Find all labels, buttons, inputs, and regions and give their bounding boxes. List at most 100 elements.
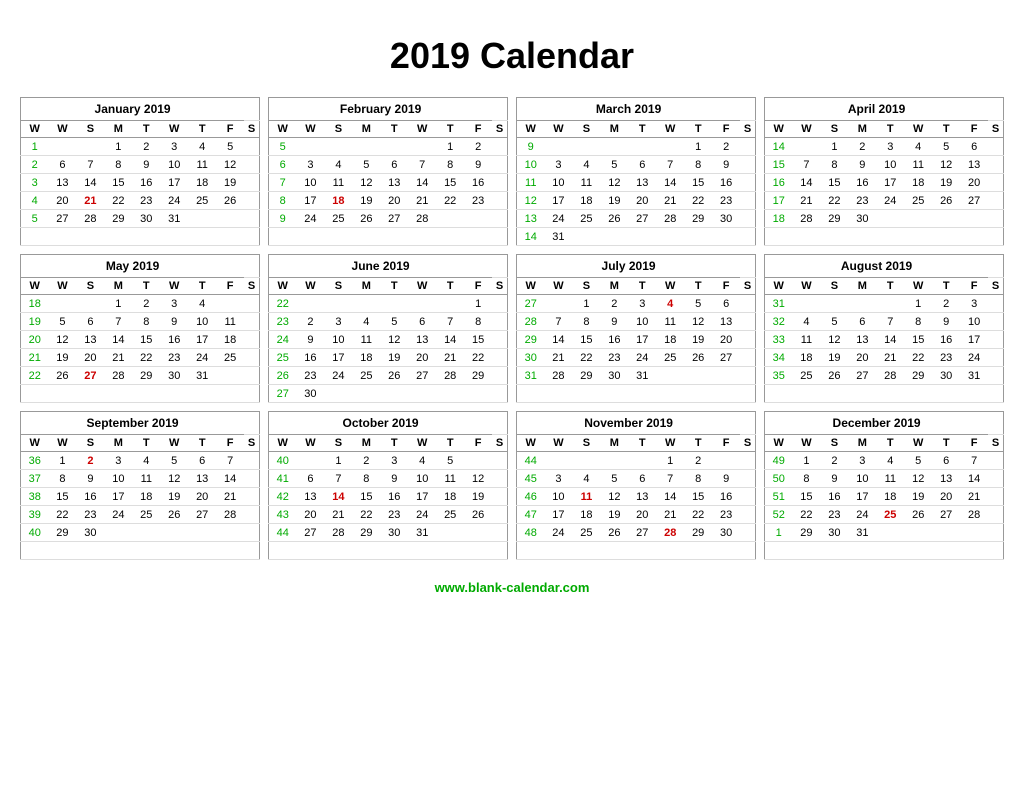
day-cell[interactable]: 17 [408, 488, 436, 506]
day-cell[interactable]: 14 [656, 174, 684, 192]
day-cell[interactable]: 11 [904, 156, 932, 174]
day-cell[interactable]: 25 [132, 506, 160, 524]
day-cell[interactable]: 4 [188, 295, 216, 313]
day-cell[interactable] [600, 228, 628, 246]
day-cell[interactable] [684, 367, 712, 385]
day-cell[interactable]: 16 [848, 174, 876, 192]
day-cell[interactable]: 4 [572, 156, 600, 174]
day-cell[interactable]: 6 [960, 138, 988, 156]
day-cell[interactable]: 1 [464, 295, 492, 313]
day-cell[interactable]: 1 [324, 452, 352, 470]
day-cell[interactable]: 6 [628, 156, 656, 174]
day-cell[interactable] [600, 138, 628, 156]
day-cell[interactable] [216, 210, 244, 228]
day-cell[interactable]: 23 [296, 367, 324, 385]
day-cell[interactable]: 14 [960, 470, 988, 488]
day-cell[interactable]: 6 [296, 470, 324, 488]
day-cell[interactable]: 8 [684, 156, 712, 174]
day-cell[interactable]: 21 [876, 349, 904, 367]
day-cell[interactable] [352, 295, 380, 313]
day-cell[interactable]: 15 [684, 488, 712, 506]
day-cell[interactable]: 25 [904, 192, 932, 210]
day-cell[interactable] [904, 228, 932, 246]
day-cell[interactable]: 11 [572, 174, 600, 192]
day-cell[interactable]: 23 [76, 506, 104, 524]
day-cell[interactable]: 20 [296, 506, 324, 524]
day-cell[interactable]: 13 [48, 174, 76, 192]
day-cell[interactable] [380, 228, 408, 246]
day-cell[interactable]: 23 [380, 506, 408, 524]
day-cell[interactable]: 7 [960, 452, 988, 470]
day-cell[interactable]: 8 [132, 313, 160, 331]
day-cell[interactable]: 3 [876, 138, 904, 156]
day-cell[interactable] [656, 138, 684, 156]
day-cell[interactable]: 17 [104, 488, 132, 506]
day-cell[interactable]: 22 [104, 192, 132, 210]
day-cell[interactable]: 4 [656, 295, 684, 313]
day-cell[interactable]: 15 [572, 331, 600, 349]
day-cell[interactable]: 20 [408, 349, 436, 367]
day-cell[interactable]: 5 [820, 313, 848, 331]
day-cell[interactable] [544, 452, 572, 470]
day-cell[interactable]: 26 [464, 506, 492, 524]
day-cell[interactable]: 23 [932, 349, 960, 367]
day-cell[interactable]: 2 [132, 138, 160, 156]
day-cell[interactable]: 27 [76, 367, 104, 385]
day-cell[interactable]: 23 [600, 349, 628, 367]
day-cell[interactable]: 12 [600, 488, 628, 506]
day-cell[interactable]: 20 [628, 192, 656, 210]
day-cell[interactable]: 27 [628, 524, 656, 542]
day-cell[interactable]: 16 [76, 488, 104, 506]
day-cell[interactable]: 1 [104, 138, 132, 156]
day-cell[interactable]: 24 [628, 349, 656, 367]
day-cell[interactable]: 8 [436, 156, 464, 174]
day-cell[interactable]: 29 [352, 524, 380, 542]
day-cell[interactable] [628, 542, 656, 560]
day-cell[interactable]: 20 [76, 349, 104, 367]
day-cell[interactable] [464, 228, 492, 246]
day-cell[interactable] [408, 228, 436, 246]
day-cell[interactable] [904, 385, 932, 403]
day-cell[interactable] [960, 228, 988, 246]
day-cell[interactable]: 25 [216, 349, 244, 367]
day-cell[interactable] [48, 295, 76, 313]
day-cell[interactable]: 12 [464, 470, 492, 488]
day-cell[interactable]: 21 [436, 349, 464, 367]
day-cell[interactable]: 17 [876, 174, 904, 192]
day-cell[interactable] [436, 210, 464, 228]
day-cell[interactable]: 6 [380, 156, 408, 174]
day-cell[interactable]: 14 [408, 174, 436, 192]
day-cell[interactable]: 20 [380, 192, 408, 210]
day-cell[interactable]: 20 [188, 488, 216, 506]
day-cell[interactable]: 30 [296, 385, 324, 403]
day-cell[interactable]: 27 [848, 367, 876, 385]
day-cell[interactable] [600, 542, 628, 560]
day-cell[interactable]: 1 [436, 138, 464, 156]
day-cell[interactable] [160, 524, 188, 542]
day-cell[interactable] [188, 228, 216, 246]
day-cell[interactable] [960, 385, 988, 403]
day-cell[interactable] [712, 367, 740, 385]
day-cell[interactable]: 31 [188, 367, 216, 385]
day-cell[interactable]: 15 [436, 174, 464, 192]
day-cell[interactable]: 25 [792, 367, 820, 385]
day-cell[interactable]: 27 [380, 210, 408, 228]
day-cell[interactable]: 13 [932, 470, 960, 488]
day-cell[interactable]: 9 [76, 470, 104, 488]
day-cell[interactable] [656, 385, 684, 403]
day-cell[interactable]: 5 [436, 452, 464, 470]
day-cell[interactable] [436, 524, 464, 542]
day-cell[interactable]: 20 [932, 488, 960, 506]
day-cell[interactable]: 16 [296, 349, 324, 367]
day-cell[interactable]: 26 [904, 506, 932, 524]
day-cell[interactable]: 12 [216, 156, 244, 174]
day-cell[interactable]: 1 [572, 295, 600, 313]
day-cell[interactable]: 7 [408, 156, 436, 174]
day-cell[interactable]: 16 [820, 488, 848, 506]
day-cell[interactable] [712, 452, 740, 470]
day-cell[interactable]: 22 [48, 506, 76, 524]
day-cell[interactable]: 26 [684, 349, 712, 367]
day-cell[interactable]: 29 [104, 210, 132, 228]
day-cell[interactable] [876, 295, 904, 313]
day-cell[interactable]: 10 [848, 470, 876, 488]
